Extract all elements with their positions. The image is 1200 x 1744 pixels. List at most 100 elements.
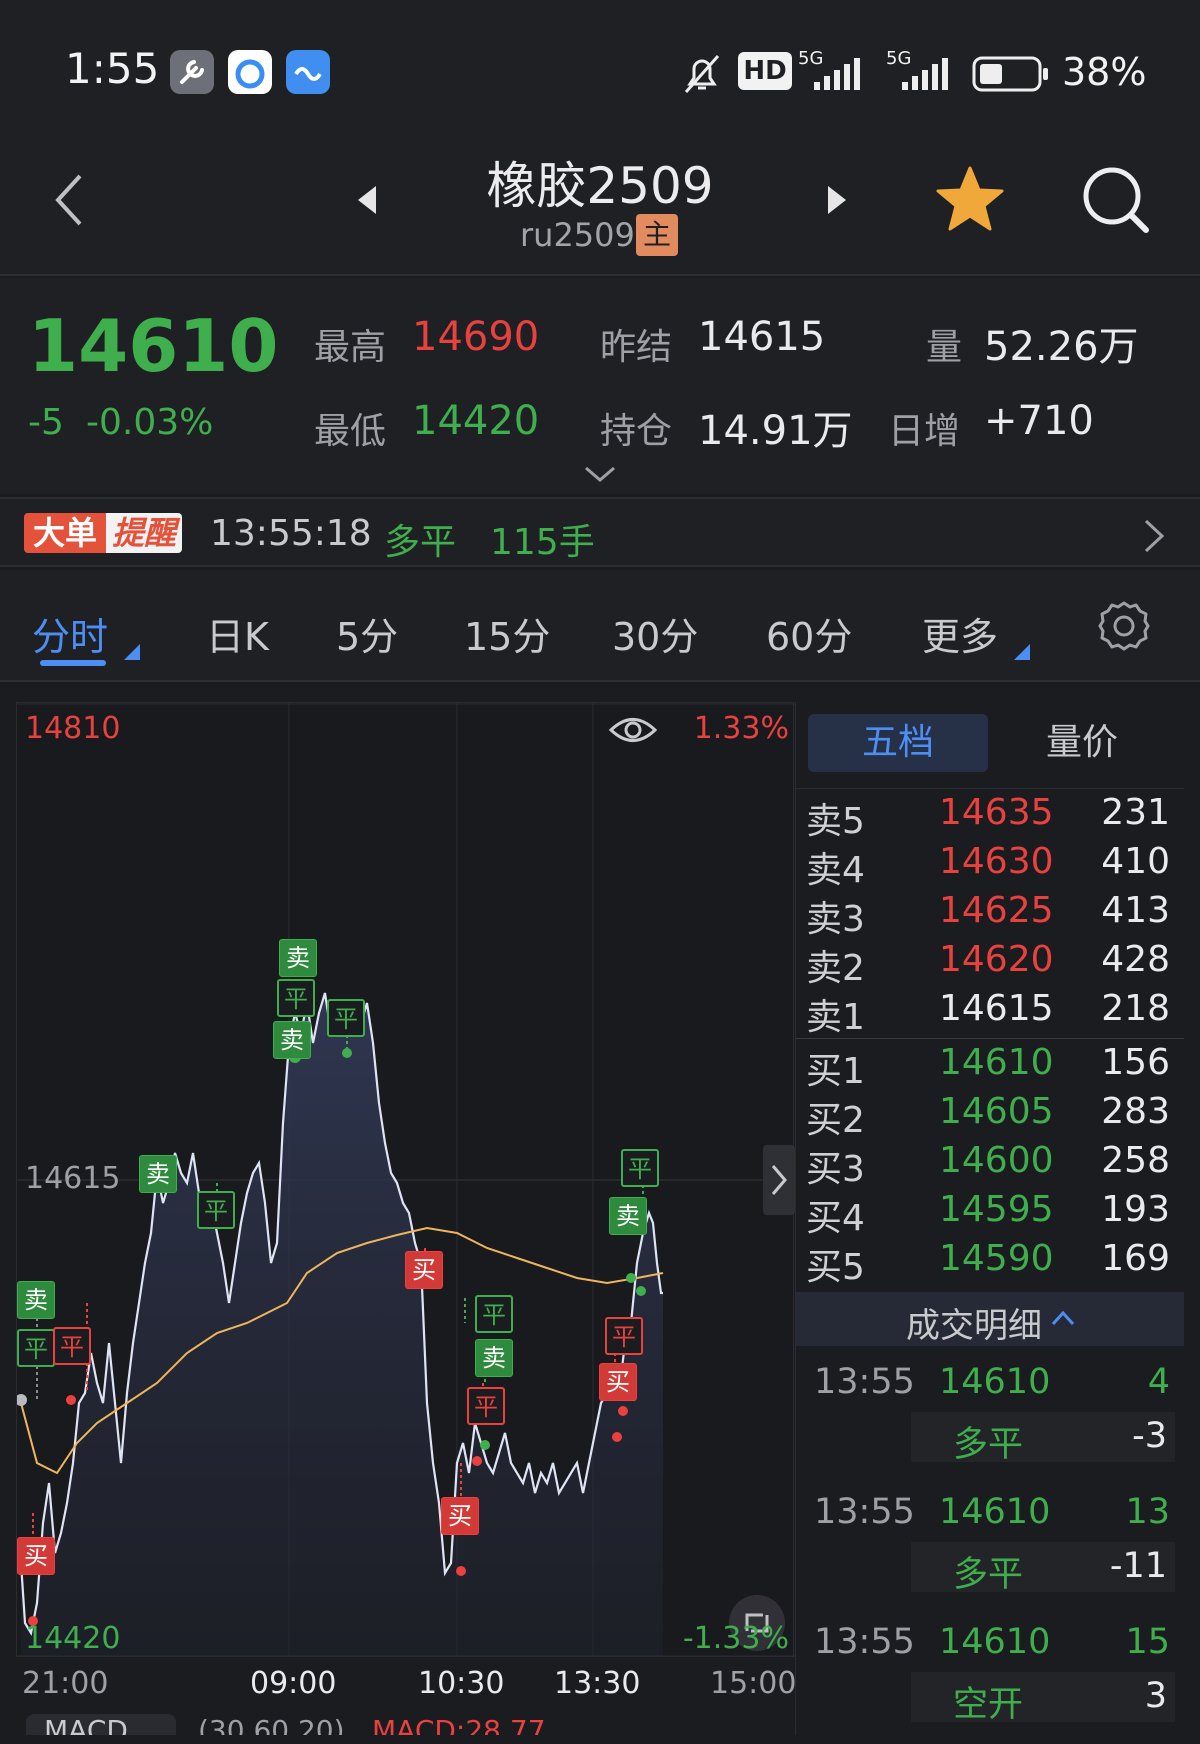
bid-label: 买3 [806, 1149, 865, 1190]
wrench-app-icon [170, 50, 214, 94]
trade-time: 13:55 [814, 1622, 915, 1662]
trade-delta: -3 [1132, 1416, 1167, 1456]
ask-volume: 231 [1101, 792, 1170, 833]
bid-label: 买5 [806, 1247, 865, 1288]
tab-daily-k[interactable]: 日K [206, 606, 269, 661]
time-axis: 21:00 09:00 10:30 13:30 15:00 [16, 1658, 797, 1706]
trade-marker-close[interactable]: 平 [17, 1329, 55, 1367]
trade-price: 14610 [939, 1362, 1051, 1402]
status-time: 1:55 [65, 44, 160, 93]
favorite-star-icon[interactable] [934, 164, 1006, 234]
trade-type: 多平 [953, 1555, 1024, 1595]
ask-row: 卖4 14630 410 [796, 841, 1184, 891]
trade-marker-close-red[interactable]: 平 [467, 1387, 505, 1425]
settings-gear-icon[interactable] [1098, 600, 1150, 652]
big-order-alert[interactable]: 大单 提醒 13:55:18 多平 115手 [0, 497, 1200, 567]
bid-label: 买4 [806, 1198, 865, 1239]
prev-contract-icon[interactable] [352, 182, 382, 218]
trade-details-title: 成交明细 [906, 1306, 1042, 1346]
ask-volume: 428 [1101, 939, 1170, 980]
trade-marker-sell[interactable]: 卖 [273, 1021, 311, 1059]
trade-marker-buy[interactable]: 买 [599, 1363, 637, 1401]
book-mid-divider [796, 1038, 1184, 1039]
trade-marker-close-red[interactable]: 平 [53, 1327, 91, 1365]
time-label: 13:30 [554, 1666, 641, 1701]
tab-5min[interactable]: 5分 [336, 606, 398, 661]
ask-row: 卖3 14625 413 [796, 890, 1184, 940]
tab-volume-price[interactable]: 量价 [992, 714, 1172, 772]
trade-qty: 4 [1147, 1362, 1170, 1402]
bid-row: 买3 14600 258 [796, 1140, 1184, 1190]
contract-title: 橡胶2509 [486, 157, 714, 215]
trade-marker-buy[interactable]: 买 [441, 1497, 479, 1535]
trade-time: 13:55 [814, 1492, 915, 1532]
next-contract-icon[interactable] [822, 182, 852, 218]
trade-marker-sell[interactable]: 卖 [139, 1155, 177, 1193]
trade-marker-close-red[interactable]: 平 [605, 1317, 643, 1355]
title-bar: 橡胶2509 ru2509 主 [0, 130, 1200, 276]
trade-marker-close[interactable]: 平 [197, 1191, 235, 1229]
trade-qty: 15 [1125, 1622, 1170, 1662]
ask-label: 卖2 [806, 948, 865, 989]
chevron-right-icon[interactable] [1142, 517, 1166, 555]
trade-marker-close[interactable]: 平 [327, 999, 365, 1037]
time-label: 15:00 [710, 1666, 797, 1701]
bid-volume: 193 [1101, 1189, 1170, 1230]
trade-marker-sell[interactable]: 卖 [475, 1339, 513, 1377]
back-chevron-icon[interactable] [48, 168, 88, 232]
tab-dropdown-corner-icon [124, 644, 140, 660]
bid-label: 买2 [806, 1100, 865, 1141]
chevron-up-icon [1051, 1310, 1075, 1326]
ask-volume: 413 [1101, 890, 1170, 931]
trade-time: 13:55 [814, 1362, 915, 1402]
prev-settle-value: 14615 [698, 314, 826, 360]
pct-axis-max: 1.33% [693, 711, 789, 746]
trade-type: 空开 [953, 1685, 1024, 1725]
ask-price: 14635 [939, 792, 1054, 833]
signal-icon [814, 58, 860, 90]
high-label: 最高 [314, 327, 387, 368]
expand-chevron-icon[interactable] [582, 464, 618, 484]
search-icon[interactable] [1080, 164, 1152, 236]
indicator-selector[interactable]: MACD [26, 1714, 176, 1735]
trade-row: 13:55 14610 13 多平 -11 [796, 1484, 1184, 1614]
bid-volume: 169 [1101, 1238, 1170, 1279]
tab-30min[interactable]: 30分 [612, 606, 698, 661]
trade-marker-sell[interactable]: 卖 [279, 939, 317, 977]
ask-price: 14625 [939, 890, 1054, 931]
active-tab-indicator [40, 660, 106, 666]
price-area [21, 993, 663, 1656]
trade-marker-close[interactable]: 平 [475, 1295, 513, 1333]
open-interest-label: 持仓 [600, 411, 673, 452]
ask-label: 卖3 [806, 899, 865, 940]
trade-marker-sell[interactable]: 卖 [17, 1281, 55, 1319]
trade-marker-sell[interactable]: 卖 [609, 1197, 647, 1235]
trade-type-row: 多平 -3 [911, 1412, 1175, 1465]
alert-badge-remind: 提醒 [106, 513, 182, 553]
trade-row: 13:55 14610 15 空开 3 [796, 1614, 1184, 1744]
trade-price: 14610 [939, 1622, 1051, 1662]
indicator-params: (30,60,20) [198, 1714, 345, 1735]
trade-marker-close[interactable]: 平 [621, 1149, 659, 1187]
prev-settle-label: 昨结 [600, 327, 673, 368]
ask-price: 14630 [939, 841, 1054, 882]
tab-60min[interactable]: 60分 [766, 606, 852, 661]
intraday-chart[interactable]: 卖 平 卖 平 卖 平 卖 平 平 卖 买 买 平 卖 平 平 卖 平 买 买 … [15, 702, 795, 1657]
trade-marker-buy[interactable]: 买 [405, 1251, 443, 1289]
price-change: -5 [28, 402, 64, 443]
trade-marker-close[interactable]: 平 [277, 979, 315, 1017]
tab-intraday[interactable]: 分时 [32, 606, 108, 661]
tab-15min[interactable]: 15分 [464, 606, 550, 661]
chart-svg [15, 703, 795, 1657]
tab-more[interactable]: 更多 [922, 606, 998, 661]
period-tabs: 分时 日K 5分 15分 30分 60分 更多 [0, 570, 1200, 682]
tab-five-levels[interactable]: 五档 [808, 714, 988, 772]
trade-details-header[interactable]: 成交明细 [796, 1292, 1184, 1346]
trade-marker-buy[interactable]: 买 [17, 1537, 55, 1575]
pct-axis-min: -1.33% [682, 1621, 789, 1656]
open-interest-value: 14.91万 [698, 408, 853, 454]
bid-row: 买1 14610 156 [796, 1042, 1184, 1092]
music-app-icon [286, 50, 330, 94]
ask-price: 14615 [939, 988, 1054, 1029]
ask-row: 卖2 14620 428 [796, 939, 1184, 989]
